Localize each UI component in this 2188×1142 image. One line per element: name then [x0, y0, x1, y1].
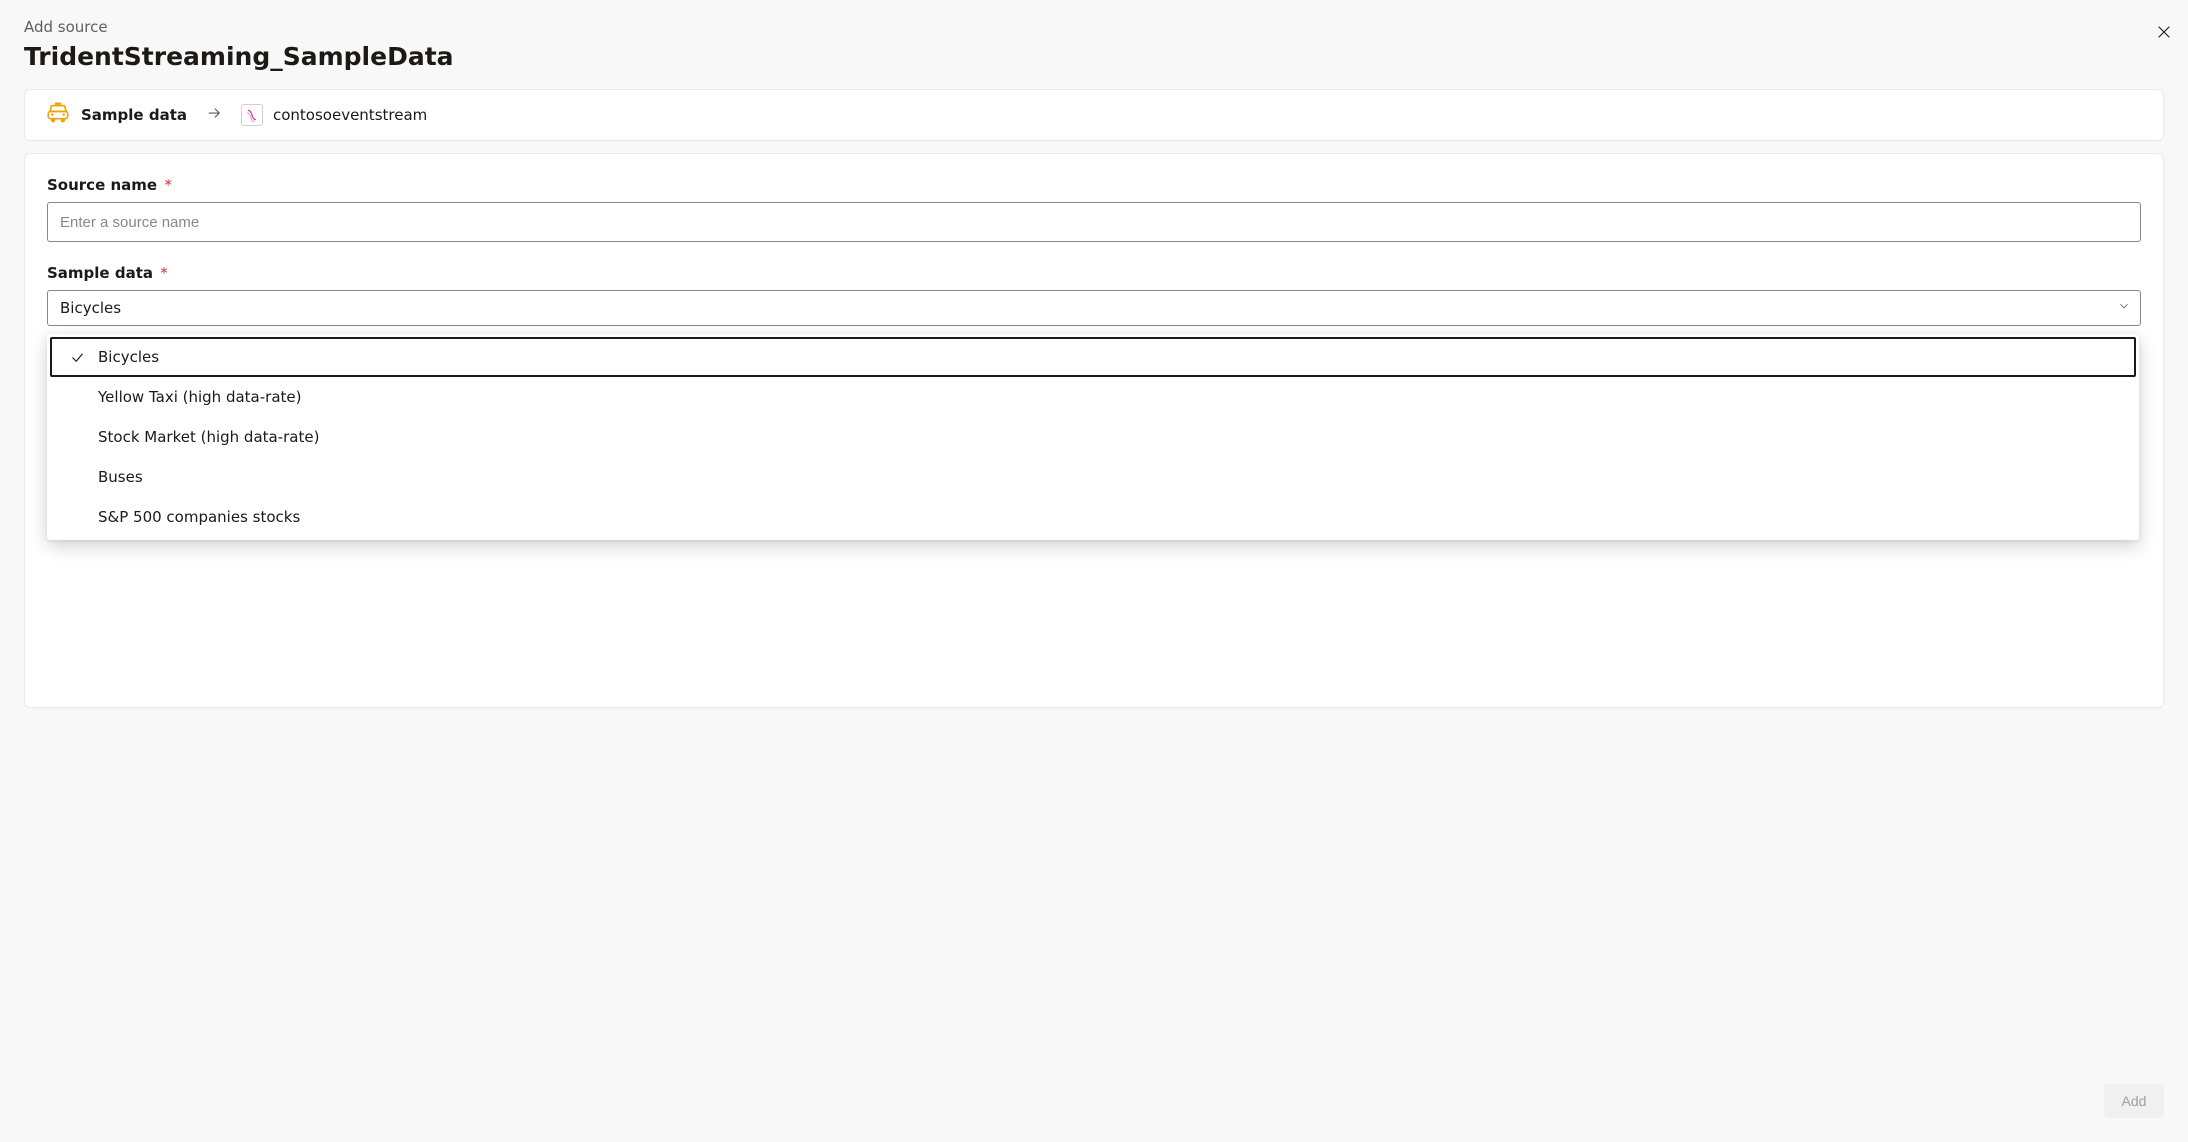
dropdown-option-bicycles[interactable]: Bicycles — [50, 337, 2136, 377]
required-marker: * — [164, 176, 172, 194]
page-subtitle: Add source — [24, 18, 2164, 36]
dropdown-option-label: S&P 500 companies stocks — [98, 508, 300, 526]
breadcrumb: Sample data contosoeventstream — [24, 89, 2164, 141]
breadcrumb-destination-label: contosoeventstream — [273, 106, 427, 124]
check-icon — [68, 350, 86, 365]
sample-data-select[interactable]: Bicycles — [47, 290, 2141, 326]
chevron-down-icon — [2117, 299, 2131, 317]
sample-data-field: Sample data * Bicycles Bicycles — [47, 264, 2141, 326]
breadcrumb-source: Sample data — [45, 100, 187, 130]
dropdown-option-label: Bicycles — [98, 348, 159, 366]
sample-data-dropdown: Bicycles Yellow Taxi (high data-rate) St… — [47, 334, 2139, 540]
dropdown-option-buses[interactable]: Buses — [50, 457, 2136, 497]
taxi-icon — [45, 100, 71, 130]
source-name-label: Source name * — [47, 176, 2141, 194]
add-button[interactable]: Add — [2104, 1084, 2164, 1118]
sample-data-label-text: Sample data — [47, 264, 153, 282]
dropdown-option-label: Yellow Taxi (high data-rate) — [98, 388, 301, 406]
sample-data-label: Sample data * — [47, 264, 2141, 282]
footer: Add — [24, 1062, 2164, 1118]
form-card: Source name * Sample data * Bicycles — [24, 153, 2164, 708]
close-icon — [2155, 23, 2173, 41]
source-name-field: Source name * — [47, 176, 2141, 242]
dropdown-option-label: Stock Market (high data-rate) — [98, 428, 319, 446]
dropdown-option-label: Buses — [98, 468, 143, 486]
page-title: TridentStreaming_SampleData — [24, 42, 2164, 71]
close-button[interactable] — [2148, 16, 2180, 48]
arrow-right-icon — [205, 104, 223, 126]
dropdown-option-sp500[interactable]: S&P 500 companies stocks — [50, 497, 2136, 537]
breadcrumb-source-label: Sample data — [81, 106, 187, 124]
required-marker: * — [160, 264, 168, 282]
breadcrumb-destination: contosoeventstream — [241, 104, 427, 126]
source-name-label-text: Source name — [47, 176, 157, 194]
dropdown-option-stock-market[interactable]: Stock Market (high data-rate) — [50, 417, 2136, 457]
source-name-input[interactable] — [47, 202, 2141, 242]
sample-data-selected-value: Bicycles — [60, 299, 121, 317]
dropdown-option-yellow-taxi[interactable]: Yellow Taxi (high data-rate) — [50, 377, 2136, 417]
eventstream-icon — [241, 104, 263, 126]
